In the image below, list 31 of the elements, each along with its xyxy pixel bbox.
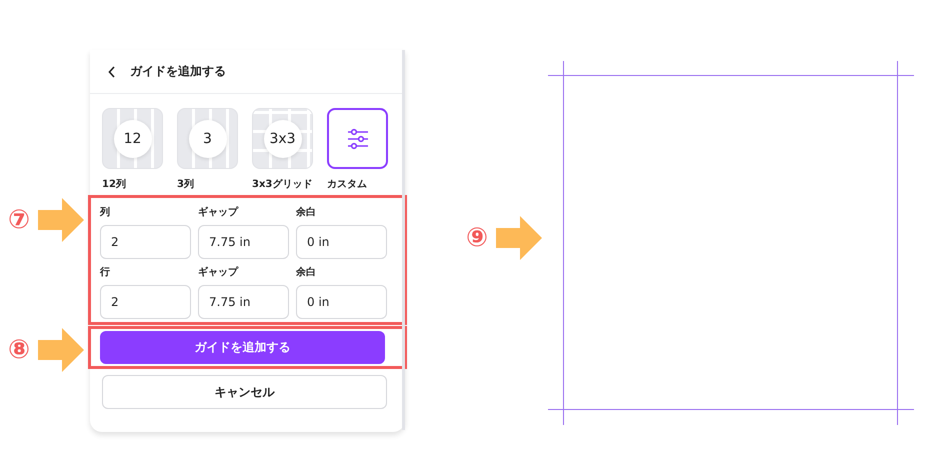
field-label: 行 — [100, 266, 111, 277]
step-number: ⑦ — [8, 205, 30, 235]
cancel-button[interactable]: キャンセル — [102, 375, 387, 409]
preset-label: 12列 — [102, 178, 127, 191]
step-number: ⑨ — [466, 223, 488, 253]
add-guides-button[interactable]: ガイドを追加する — [100, 331, 385, 364]
sliders-icon — [346, 128, 370, 150]
arrow-icon — [496, 216, 542, 260]
field-label: ギャップ — [198, 265, 240, 277]
preset-tile[interactable]: 3x3 — [252, 108, 313, 169]
step-number: ⑧ — [8, 335, 30, 365]
field-label: 余白 — [296, 266, 317, 277]
input-field[interactable]: 7.75 in — [198, 285, 289, 319]
preset-tile[interactable] — [327, 108, 388, 169]
field-label: ギャップ — [198, 205, 240, 217]
arrow-icon — [38, 328, 84, 372]
back-icon[interactable] — [108, 66, 116, 78]
preset-label: 3x3グリッド — [252, 178, 313, 191]
input-field[interactable]: 2 — [100, 285, 191, 319]
preset-tile[interactable]: 3 — [177, 108, 238, 169]
field-label: 余白 — [296, 206, 317, 217]
preset-tile[interactable]: 12 — [102, 108, 163, 169]
field-label: 列 — [100, 206, 111, 217]
arrow-icon — [38, 198, 84, 242]
input-field[interactable]: 2 — [100, 225, 191, 259]
preset-label: 3列 — [177, 178, 195, 191]
preset-label: カスタム — [327, 178, 368, 191]
panel-title: ガイドを追加する — [130, 63, 226, 80]
input-field[interactable]: 7.75 in — [198, 225, 289, 259]
input-field[interactable]: 0 in — [296, 225, 387, 259]
input-field[interactable]: 0 in — [296, 285, 387, 319]
